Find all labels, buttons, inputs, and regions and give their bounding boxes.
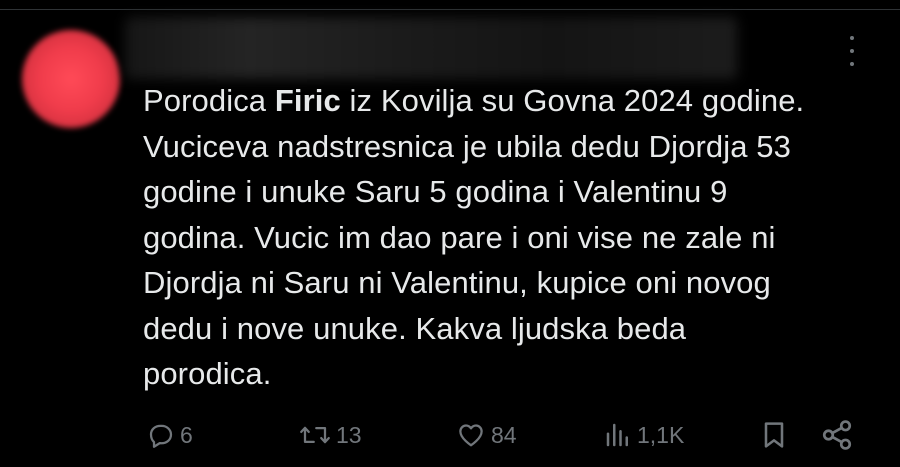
tweet-line: porodica. — [143, 356, 272, 391]
tweet-text: Porodica Firic iz Kovilja su Govna 2024 … — [143, 78, 883, 397]
share-button[interactable] — [820, 415, 854, 455]
views-count: 1,1K — [637, 421, 685, 448]
tweet-line: dedu i nove unuke. Kakva ljudska beda — [143, 310, 687, 346]
tweet-text-bold: Firic — [274, 83, 341, 118]
tweet-line: godine i unuke Saru 5 godina i Valentinu… — [143, 174, 728, 209]
tweet-line: Djordja ni Saru ni Valentinu, kupice oni… — [143, 265, 771, 300]
repost-button[interactable]: 13 — [298, 415, 362, 455]
tweet-text-segment: iz Kovilja su Govna 2024 godine. — [340, 83, 805, 118]
top-divider — [0, 0, 900, 10]
reply-count: 6 — [180, 421, 193, 448]
repost-count: 13 — [336, 421, 362, 448]
tweet-line: Porodica Firic iz Kovilja su Govna 2024 … — [143, 78, 883, 124]
like-button[interactable]: 84 — [455, 415, 517, 455]
reply-button[interactable]: 6 — [146, 415, 193, 455]
bookmark-button[interactable] — [758, 415, 790, 455]
share-icon — [822, 420, 852, 450]
heart-icon — [459, 424, 483, 447]
more-icon[interactable] — [842, 36, 862, 66]
tweet-line: Vuciceva nadstresnica je ubila dedu Djor… — [143, 128, 791, 164]
avatar[interactable] — [22, 30, 120, 128]
views-button[interactable]: 1,1K — [603, 415, 684, 455]
views-icon — [606, 423, 628, 447]
author-name-redacted — [125, 17, 737, 79]
reply-icon — [149, 424, 173, 448]
repost-icon — [300, 426, 330, 444]
bookmark-icon — [764, 422, 784, 448]
tweet-actions: 6 13 84 1,1K — [0, 415, 900, 455]
like-count: 84 — [491, 421, 517, 448]
tweet-text-segment: Porodica — [143, 83, 275, 118]
tweet-line: godina. Vucic im dao pare i oni vise ne … — [143, 219, 776, 255]
